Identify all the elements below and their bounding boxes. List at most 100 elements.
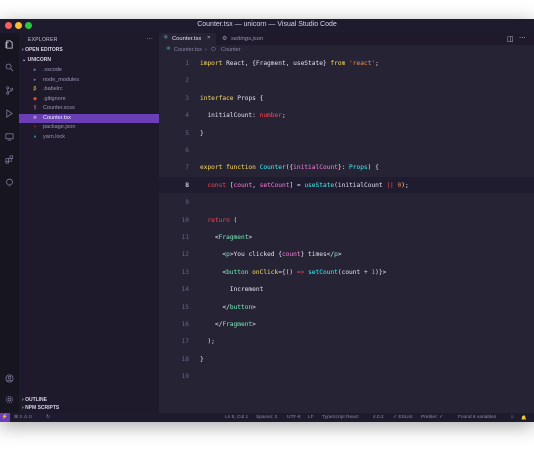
code-line[interactable]: 12 <p>You clicked {count} times</p>	[159, 246, 534, 262]
file-tree-item[interactable]: ▸ node_modules	[19, 76, 159, 85]
run-debug-icon[interactable]	[5, 109, 14, 118]
files-icon[interactable]	[5, 40, 14, 49]
npm-icon: ▪	[34, 124, 36, 130]
status-item[interactable]: Ln 8, Col 1	[225, 415, 248, 420]
outline-section[interactable]: › OUTLINE	[22, 397, 47, 403]
file-name: .gitignore	[43, 95, 66, 102]
status-item[interactable]: ✓ ESLint	[393, 415, 413, 420]
code-line[interactable]: 18}	[159, 351, 534, 367]
settings-gear-icon[interactable]	[5, 395, 14, 404]
status-item[interactable]: 4.0.2	[373, 415, 384, 420]
editor-more-icon[interactable]: ···	[519, 34, 526, 42]
code-token: from	[330, 60, 350, 67]
file-tree-item[interactable]: ▸ .vscode	[19, 66, 159, 75]
unicorn-root-section[interactable]: ⌄ UNICORN	[22, 57, 51, 63]
status-item[interactable]: Prettier: ✓	[421, 415, 443, 420]
code-line[interactable]: 19	[159, 368, 534, 384]
tab-counter-tsx[interactable]: ⚛ Counter.tsx ×	[159, 33, 216, 45]
code-text: Increment	[200, 286, 264, 293]
account-icon[interactable]	[5, 374, 14, 383]
code-token: >	[337, 251, 342, 259]
status-item[interactable]: Spaces: 2	[256, 415, 277, 420]
file-tree-item[interactable]: ♦ yarn.lock	[19, 133, 159, 142]
source-control-icon[interactable]	[5, 86, 14, 95]
code-token: )}>	[375, 268, 387, 276]
code-token: import	[200, 60, 227, 67]
code-line[interactable]: 10 return (	[159, 212, 534, 228]
code-line[interactable]: 5}	[159, 125, 534, 141]
feedback-icon[interactable]: ☺	[510, 415, 515, 420]
code-line[interactable]: 4 initialCount: number;	[159, 107, 534, 123]
file-tree-item[interactable]: ⚛ Counter.tsx	[19, 113, 159, 123]
file-tree-item[interactable]: ▪ package.json	[19, 123, 159, 132]
code-token: setCount	[308, 268, 338, 276]
open-editors-section[interactable]: › OPEN EDITORS	[22, 47, 63, 53]
code-token: </	[200, 321, 223, 328]
code-line[interactable]: 17 );	[159, 333, 534, 349]
status-item[interactable]: Found 6 variables	[458, 415, 496, 420]
code-token: ;	[281, 112, 286, 120]
file-tree-item[interactable]: ◆ .gitignore	[19, 95, 159, 104]
code-line[interactable]: 11 <Fragment>	[159, 229, 534, 245]
code-line[interactable]: 16 </Fragment>	[159, 316, 534, 332]
code-token: ) {	[367, 164, 379, 172]
code-line[interactable]: 7 export function Counter({initialCount}:…	[159, 159, 534, 175]
file-name: .babelrc	[43, 86, 63, 92]
tab-settings-json[interactable]: ⚙ settings.json	[219, 33, 279, 45]
search-icon[interactable]	[5, 63, 14, 72]
tab-label: settings.json	[231, 35, 264, 42]
code-line[interactable]: 9	[159, 194, 534, 210]
line-number: 7	[185, 164, 189, 172]
line-number: 1	[185, 60, 189, 67]
code-line[interactable]: 15 </button>	[159, 299, 534, 315]
explorer-more-icon[interactable]: ···	[146, 35, 153, 43]
code-line[interactable]: 13 <button onClick={() => setCount(count…	[159, 264, 534, 280]
notifications-bell-icon[interactable]: 🔔	[521, 415, 527, 421]
yarn-icon: ♦	[33, 133, 37, 140]
line-number: 8	[185, 181, 189, 189]
code-text: <Fragment>	[200, 234, 252, 241]
status-item[interactable]: UTF-8	[287, 415, 301, 420]
code-line[interactable]: 6	[159, 142, 534, 158]
remote-explorer-icon[interactable]	[5, 132, 14, 141]
code-token: Fragment	[222, 321, 253, 328]
remote-indicator-button[interactable]: ⚡	[0, 413, 10, 422]
code-editor[interactable]: 1 import React, {Fragment, useState} from…	[159, 55, 534, 413]
code-text: <button onClick={() => setCount(count + …	[200, 269, 386, 276]
code-text: const [count, setCount] = useState(initi…	[200, 181, 408, 189]
code-text: }	[200, 356, 204, 363]
code-token: </	[200, 303, 230, 311]
breadcrumb-file[interactable]: Counter.tsx	[174, 47, 202, 53]
code-line[interactable]: 14 Increment	[159, 281, 534, 297]
code-line[interactable]: 1 import React, {Fragment, useState} from…	[159, 55, 534, 71]
code-line[interactable]: 2	[159, 72, 534, 88]
code-token: }:	[337, 164, 350, 172]
explorer-sidebar: EXPLORER ··· › OPEN EDITORS ⌄ UNICORN ▸.…	[19, 33, 159, 413]
npm-scripts-section[interactable]: › NPM SCRIPTS	[22, 405, 59, 411]
vscode-window: Counter.tsx — unicorn — Visual Studio Co…	[0, 19, 534, 422]
react-icon: ⚛	[163, 35, 169, 41]
file-tree-item[interactable]: β .babelrc	[19, 85, 159, 94]
file-tree-item[interactable]: § Counter.scss	[19, 104, 159, 113]
close-tab-icon[interactable]: ×	[207, 35, 210, 41]
extensions-icon[interactable]	[5, 155, 14, 164]
explorer-header: EXPLORER	[28, 37, 58, 43]
code-token: (count +	[337, 268, 372, 276]
code-token: number	[259, 112, 282, 120]
status-item[interactable]: TypeScript React	[322, 415, 359, 420]
sync-icon[interactable]: ↻	[46, 415, 50, 420]
split-editor-icon[interactable]: ◫	[507, 35, 514, 43]
problems-indicator[interactable]: ⊗ 2 ⚠ 0	[14, 415, 32, 420]
code-line[interactable]: 8 const [count, setCount] = useState(ini…	[159, 176, 534, 193]
code-line[interactable]: 3 interface Props {	[159, 90, 534, 106]
breadcrumb-symbol[interactable]: Counter	[221, 47, 241, 53]
code-token: count	[233, 181, 253, 189]
code-token: ||	[386, 181, 394, 189]
code-token: >You clicked {	[229, 251, 282, 259]
code-token: setCount	[259, 181, 290, 189]
live-share-icon[interactable]	[5, 178, 14, 187]
status-item[interactable]: LF	[308, 415, 314, 420]
folder-icon: ▸	[33, 67, 37, 73]
line-number: 12	[181, 251, 189, 259]
npm-scripts-label: NPM SCRIPTS	[25, 405, 60, 411]
